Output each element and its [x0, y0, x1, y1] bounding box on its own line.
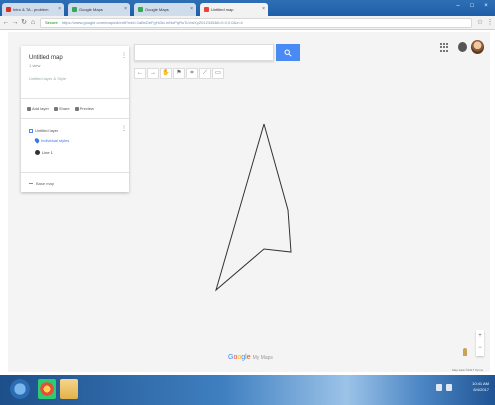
browser-tab-3[interactable]: Google Maps × [134, 3, 196, 16]
share-button[interactable]: Share [53, 106, 70, 111]
tab-favicon [6, 7, 11, 12]
tab-label: Intro & TA - problem [13, 7, 49, 12]
system-clock[interactable]: 10:41 AM 8/4/2017 [472, 381, 489, 393]
drawn-line-shape[interactable] [215, 123, 292, 292]
browser-tab-1[interactable]: Intro & TA - problem × [2, 3, 64, 16]
file-explorer-icon[interactable] [60, 379, 78, 399]
directions-icon[interactable]: ⟋ [199, 68, 211, 79]
tab-favicon [72, 7, 77, 12]
address-bar: ← → ↻ ⌂ Secure https://www.google.com/ma… [0, 16, 495, 30]
close-icon[interactable]: × [262, 3, 265, 16]
browser-tab-4[interactable]: Untitled map × [200, 3, 268, 16]
panel-actions: Add layer Share Preview [27, 106, 94, 111]
minimize-icon[interactable]: – [453, 2, 463, 10]
map-legend-panel: Untitled map 1 view Untitled layer & Sty… [21, 46, 129, 192]
pegman-icon[interactable] [463, 348, 467, 356]
share-icon [53, 106, 58, 111]
home-icon[interactable]: ⌂ [29, 18, 37, 28]
line-item-icon [35, 150, 40, 155]
tab-label: Untitled map [211, 7, 234, 12]
preview-button[interactable]: Preview [74, 106, 94, 111]
forward-icon[interactable]: → [11, 18, 19, 28]
back-icon[interactable]: ← [2, 18, 10, 28]
preview-icon [74, 106, 79, 111]
notifications-icon[interactable] [458, 42, 467, 52]
chevron-icon [29, 183, 33, 184]
bookmark-star-icon[interactable]: ☆ [476, 18, 484, 28]
avatar[interactable] [471, 40, 484, 54]
reload-icon[interactable]: ↻ [20, 18, 28, 28]
start-button[interactable] [10, 379, 30, 399]
layer-checkbox[interactable] [29, 128, 33, 133]
pan-icon[interactable]: ✋ [160, 68, 172, 79]
divider [21, 98, 129, 99]
map-terms[interactable]: Map data ©2017 Terms [452, 368, 483, 372]
list-item[interactable]: Line 1 [35, 150, 53, 155]
chrome-taskbar-icon[interactable] [38, 379, 56, 399]
layer-header[interactable]: Untitled layer [29, 128, 58, 133]
zoom-control: + − [476, 330, 484, 356]
more-options-icon[interactable]: ⋮ [121, 53, 127, 59]
tab-label: Google Maps [145, 7, 169, 12]
divider [21, 172, 129, 173]
add-layer-button[interactable]: Add layer [27, 106, 49, 111]
add-marker-icon[interactable]: ⚑ [173, 68, 185, 79]
undo-icon[interactable]: ← [134, 68, 146, 79]
map-description[interactable]: Untitled layer & Style [29, 76, 66, 81]
google-my-maps-logo: Google My Maps [228, 354, 273, 361]
tab-favicon [204, 7, 209, 12]
search-button[interactable] [276, 44, 300, 61]
add-layer-icon [27, 106, 31, 111]
base-map-toggle[interactable]: Base map [29, 181, 54, 186]
maximize-icon[interactable]: □ [467, 2, 477, 10]
windows-taskbar: 10:41 AM 8/4/2017 [0, 375, 495, 405]
network-icon[interactable] [436, 384, 442, 391]
search-icon [284, 49, 292, 57]
browser-tab-2[interactable]: Google Maps × [68, 3, 130, 16]
volume-icon[interactable] [446, 384, 452, 391]
layer-name[interactable]: Untitled layer [35, 128, 58, 133]
tab-label: Google Maps [79, 7, 103, 12]
url-input[interactable]: Secure https://www.google.com/maps/d/edi… [40, 18, 472, 28]
close-icon[interactable]: × [190, 3, 193, 16]
divider [21, 118, 129, 119]
individual-styles-link[interactable]: Individual styles [33, 137, 69, 144]
window-controls: – □ × [453, 2, 491, 10]
close-icon[interactable]: × [58, 3, 61, 16]
map-toolbar: ← → ✋ ⚑ ⌗ ⟋ ▭ [134, 68, 224, 79]
zoom-in-button[interactable]: + [476, 330, 484, 342]
layer-options-icon[interactable]: ⋮ [121, 126, 127, 132]
close-window-icon[interactable]: × [481, 2, 491, 10]
draw-line-icon[interactable]: ⌗ [186, 68, 198, 79]
secure-label: Secure [45, 20, 58, 25]
close-icon[interactable]: × [124, 3, 127, 16]
tab-favicon [138, 7, 143, 12]
browser-menu-icon[interactable]: ⋮ [486, 18, 494, 28]
url-text: https://www.google.com/maps/d/edit?mid=1… [61, 20, 243, 25]
zoom-out-button[interactable]: − [476, 342, 484, 354]
map-title[interactable]: Untitled map [29, 55, 63, 61]
apps-grid-icon[interactable] [440, 43, 449, 52]
measure-icon[interactable]: ▭ [212, 68, 224, 79]
browser-tab-strip: Intro & TA - problem × Google Maps × Goo… [0, 0, 495, 16]
redo-icon[interactable]: → [147, 68, 159, 79]
view-count: 1 view [29, 63, 41, 68]
style-pin-icon [33, 137, 41, 144]
search-input[interactable] [134, 44, 274, 61]
